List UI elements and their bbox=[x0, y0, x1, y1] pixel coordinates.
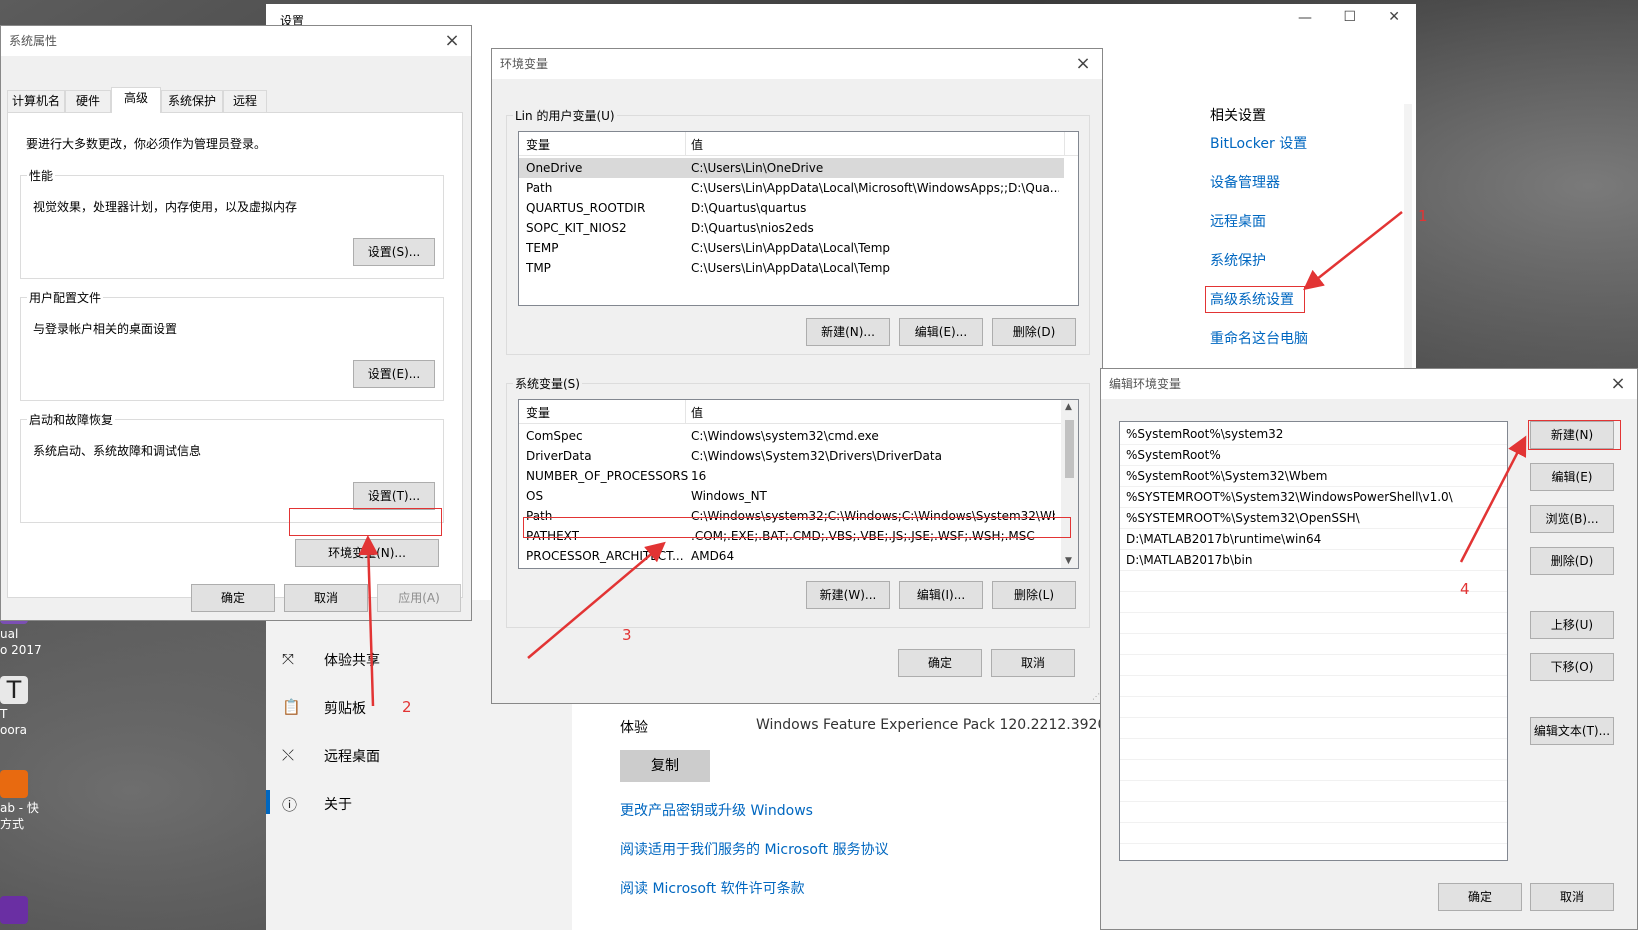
tab-advanced[interactable]: 高级 bbox=[111, 87, 161, 113]
annotation-arrow-4 bbox=[1459, 435, 1527, 563]
annotation-arrow-2 bbox=[358, 535, 379, 707]
annotation-arrow-3 bbox=[527, 541, 666, 659]
annotation-arrow-1 bbox=[1303, 211, 1403, 291]
annotation-arrows bbox=[358, 211, 1527, 707]
